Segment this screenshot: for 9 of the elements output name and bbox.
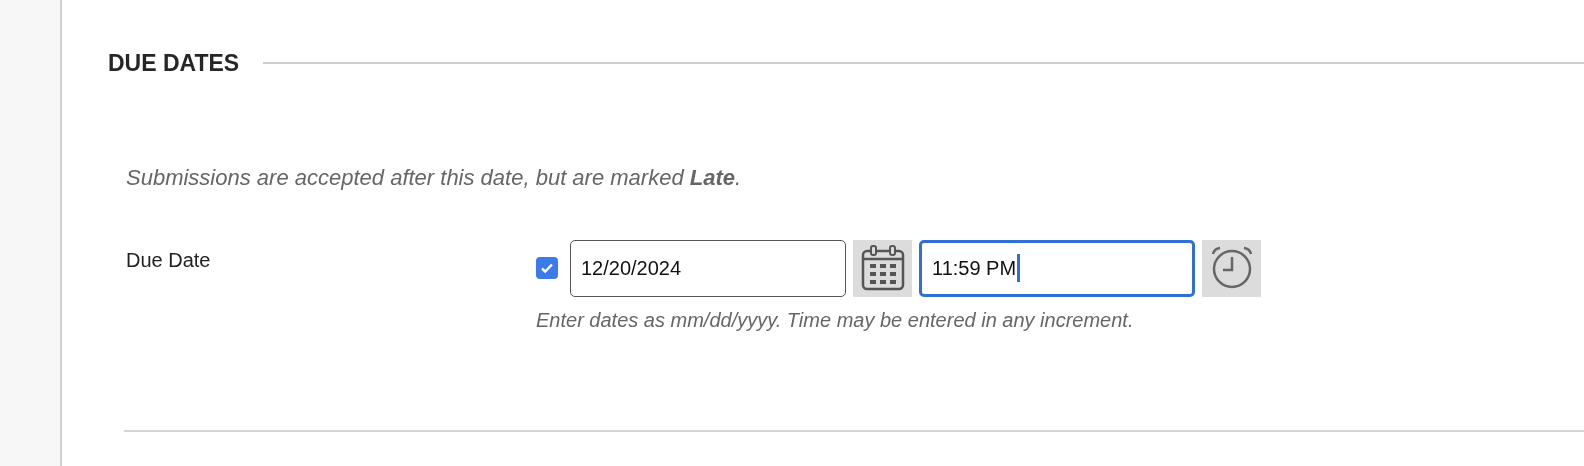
- due-date-label: Due Date: [126, 247, 212, 273]
- checkbox[interactable]: [536, 257, 558, 279]
- hint-text: Enter dates as mm/dd/yyyy. Time may be entered in any increment.: [536, 307, 1135, 333]
- note-text: Submissions are accepted after this date, but are marked Late.: [126, 163, 743, 192]
- input-field[interactable]: 12/20/2024: [570, 239, 846, 297]
- input-field[interactable]: 11:59 PM: [919, 239, 1195, 297]
- clock-button[interactable]: [1202, 239, 1261, 297]
- calendar-button[interactable]: [853, 239, 912, 297]
- section-title: DUE DATES: [108, 49, 240, 78]
